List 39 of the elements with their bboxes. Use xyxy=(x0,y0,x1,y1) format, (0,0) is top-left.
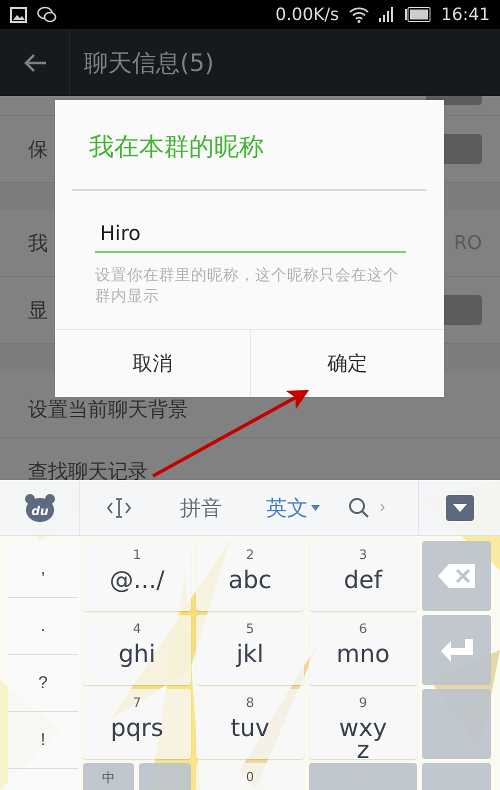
keyboard-logo[interactable]: du xyxy=(0,480,80,535)
letter-key[interactable]: 8 tuv xyxy=(196,689,304,759)
letter-key[interactable]: 1 @.../ xyxy=(83,541,191,611)
letter-key[interactable]: 3 def xyxy=(309,541,417,611)
cursor-move-icon[interactable] xyxy=(106,496,132,518)
back-arrow-icon xyxy=(22,52,46,72)
dialog-button[interactable]: 确定 xyxy=(250,330,444,397)
picture-icon xyxy=(10,6,27,22)
chat-bubbles-icon xyxy=(37,6,57,23)
screen-title: 聊天信息(5) xyxy=(84,48,214,78)
letter-key[interactable]: 9 wxyz xyxy=(309,689,417,759)
letter-key[interactable]: 6 mno xyxy=(309,615,417,685)
nickname-input[interactable]: Hiro xyxy=(95,217,406,253)
letter-key[interactable]: 2 abc xyxy=(196,541,304,611)
enter-icon xyxy=(438,637,474,663)
row-label: 保 xyxy=(28,136,48,162)
symbol-key[interactable]: ? xyxy=(8,655,78,712)
network-speed: 0.00K/s xyxy=(275,4,339,24)
search-icon[interactable] xyxy=(348,496,370,518)
letter-key[interactable]: 5 jkl xyxy=(196,615,304,685)
signal-icon xyxy=(379,6,395,22)
row-label: 显 xyxy=(28,296,48,324)
symbol-key[interactable]: ! xyxy=(8,712,78,769)
dialog-title: 我在本群的昵称 xyxy=(72,100,427,191)
dialog-hint: 设置你在群里的昵称，这个昵称只会在这个群内显示 xyxy=(95,265,400,307)
digit-key[interactable]: 0 xyxy=(196,763,304,790)
hide-keyboard-icon[interactable] xyxy=(446,494,474,520)
letter-key[interactable]: 7 pqrs xyxy=(83,689,191,759)
function-key[interactable]: 中 xyxy=(83,763,134,790)
letter-key[interactable]: 4 ghi xyxy=(83,615,191,685)
clock: 16:41 xyxy=(441,4,490,24)
chevron-right-icon xyxy=(380,503,385,512)
backspace-icon xyxy=(436,563,476,589)
symbol-key[interactable]: . xyxy=(8,598,78,655)
row-label: 设置当前聊天背景 xyxy=(28,396,188,423)
wifi-icon xyxy=(349,6,369,22)
battery-icon xyxy=(405,7,431,22)
row-label: 我 xyxy=(28,230,48,256)
symbol-key[interactable]: , xyxy=(8,541,78,598)
